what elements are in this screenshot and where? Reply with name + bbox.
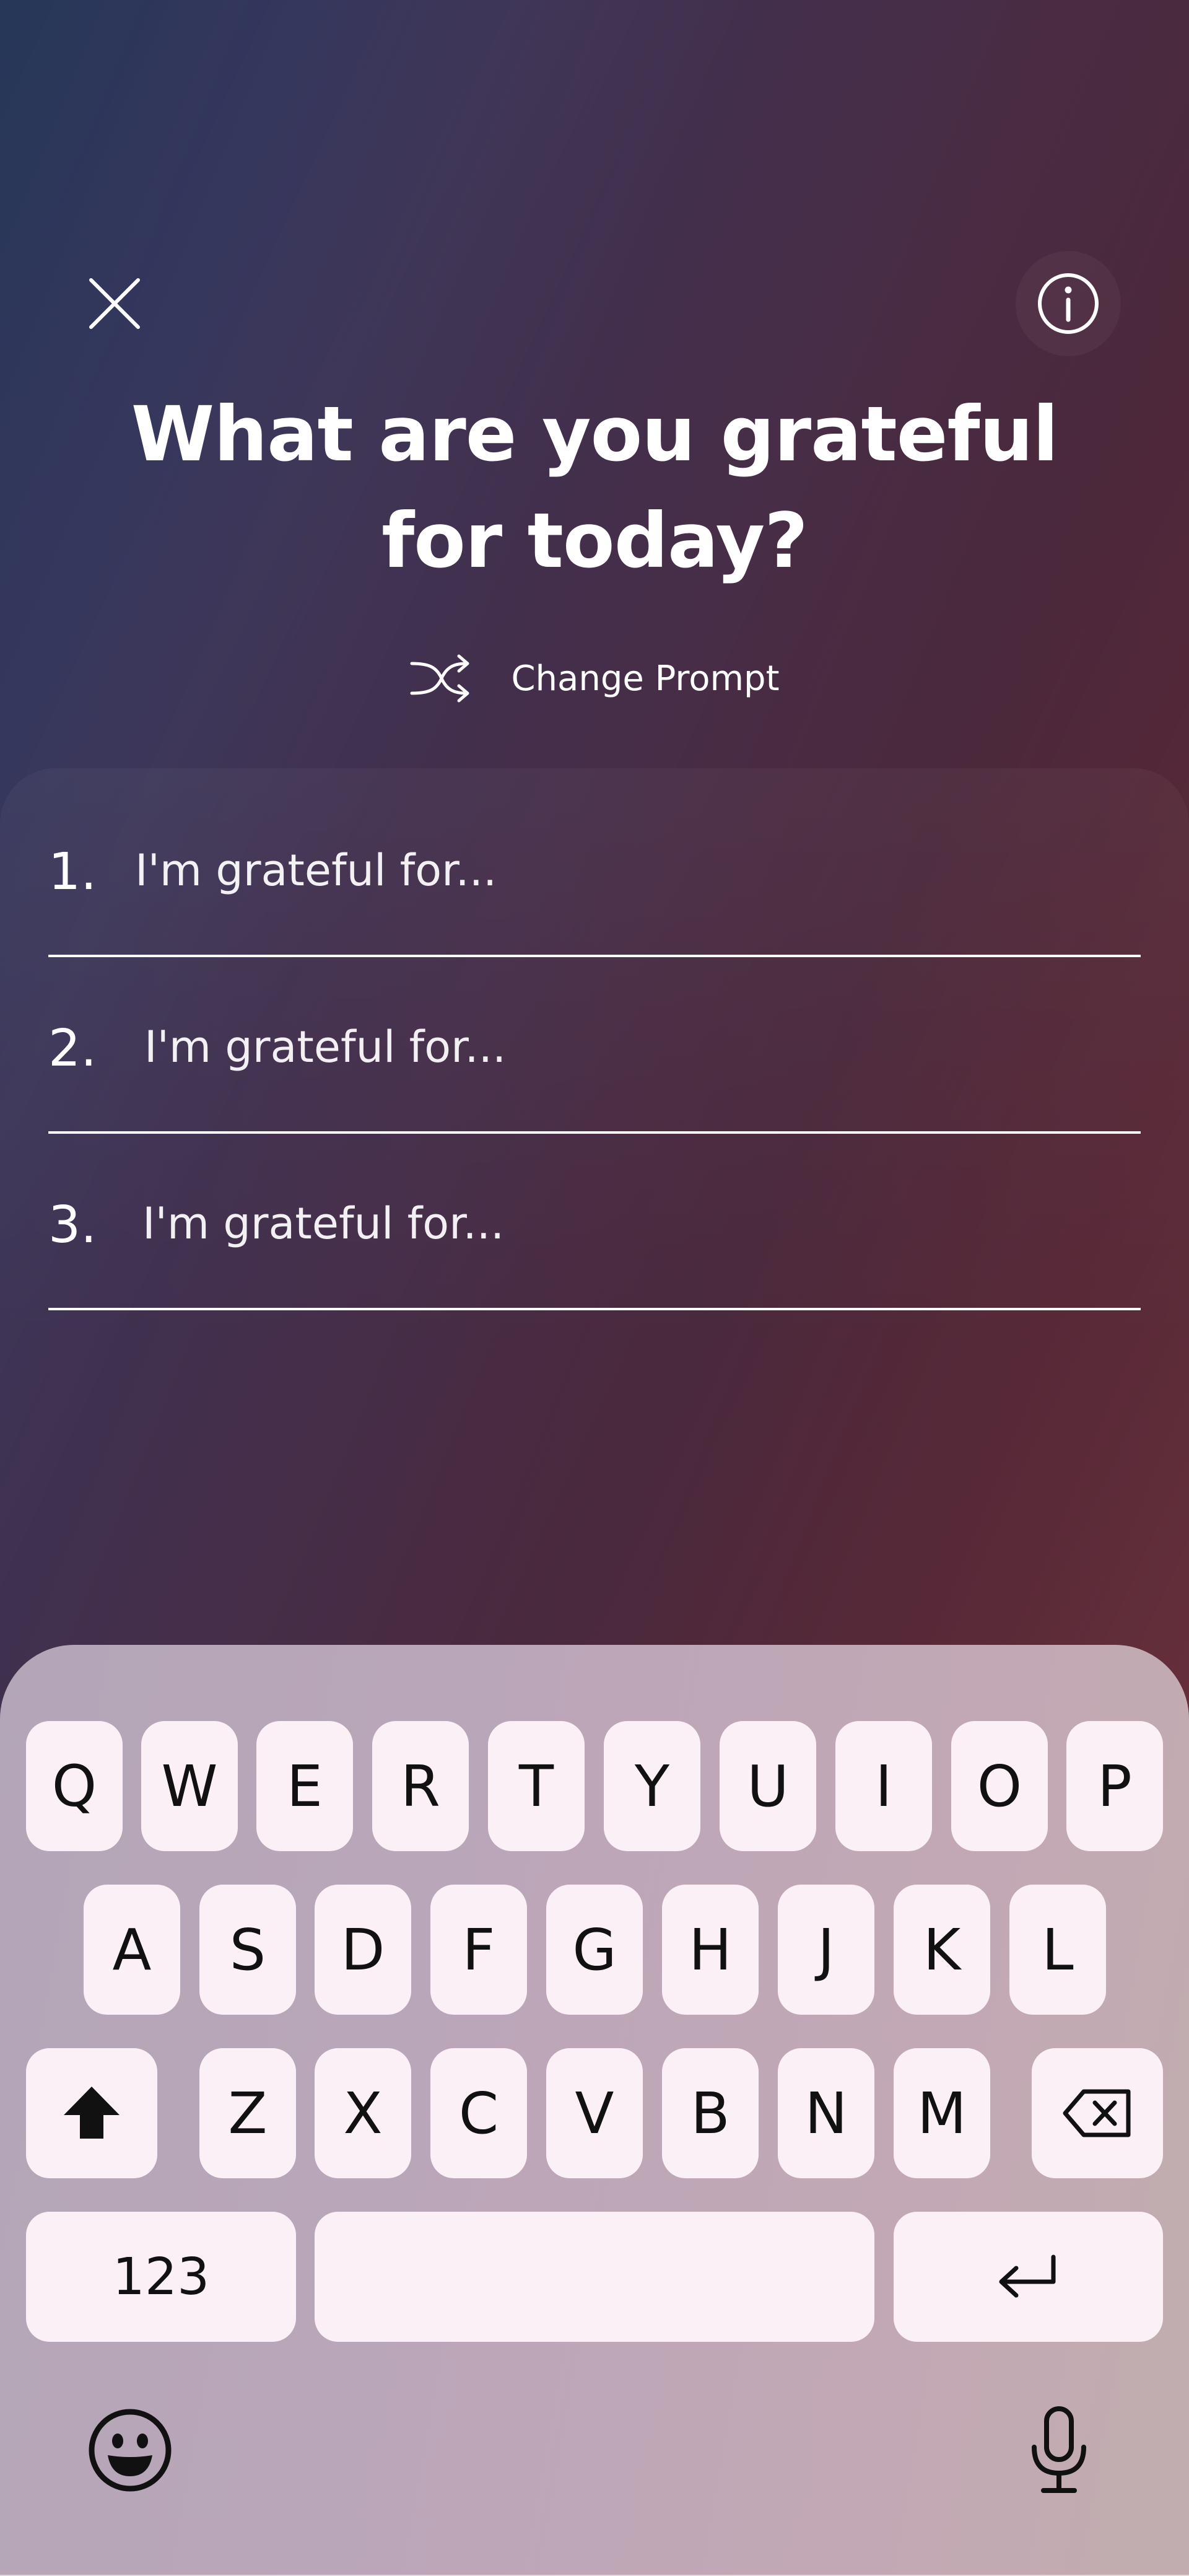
key-a[interactable]: A [84, 1885, 180, 2015]
key-p[interactable]: P [1066, 1721, 1163, 1851]
key-b[interactable]: B [662, 2048, 759, 2178]
info-icon [1038, 273, 1099, 334]
entry-number: 1. [48, 843, 97, 901]
key-u[interactable]: U [720, 1721, 816, 1851]
key-j[interactable]: J [778, 1885, 874, 2015]
key-x[interactable]: X [315, 2048, 411, 2178]
change-prompt-button[interactable]: Change Prompt [409, 644, 780, 712]
entry-number: 2. [48, 1019, 97, 1078]
key-h[interactable]: H [662, 1885, 759, 2015]
close-button[interactable] [62, 251, 167, 356]
numbers-key[interactable]: 123 [26, 2212, 296, 2342]
page-title: What are you grateful for today? [99, 381, 1090, 594]
key-d[interactable]: D [315, 1885, 411, 2015]
key-k[interactable]: K [894, 1885, 990, 2015]
key-y[interactable]: Y [604, 1721, 700, 1851]
emoji-icon [89, 2409, 172, 2492]
key-r[interactable]: R [372, 1721, 469, 1851]
key-w[interactable]: W [141, 1721, 238, 1851]
gratitude-input-1[interactable] [135, 839, 1126, 901]
enter-key[interactable] [894, 2212, 1163, 2342]
gratitude-entry-3: 3. [48, 1137, 1141, 1310]
microphone-button[interactable] [1003, 2394, 1115, 2506]
space-key[interactable] [315, 2212, 874, 2342]
key-t[interactable]: T [488, 1721, 585, 1851]
emoji-button[interactable] [74, 2394, 186, 2506]
title-line-2: for today? [381, 497, 808, 585]
key-z[interactable]: Z [199, 2048, 296, 2178]
on-screen-keyboard: Q W E R T Y U I O P A S D F G H J K L Z … [0, 1645, 1189, 2576]
info-button[interactable] [1016, 251, 1121, 356]
backspace-icon [1063, 2089, 1131, 2137]
key-c[interactable]: C [430, 2048, 527, 2178]
key-o[interactable]: O [951, 1721, 1048, 1851]
change-prompt-label: Change Prompt [511, 658, 780, 699]
enter-icon [999, 2254, 1055, 2298]
shift-icon [64, 2087, 120, 2139]
key-g[interactable]: G [546, 1885, 643, 2015]
key-q[interactable]: Q [26, 1721, 123, 1851]
gratitude-entry-1: 1. [48, 784, 1141, 957]
key-n[interactable]: N [778, 2048, 874, 2178]
backspace-key[interactable] [1032, 2048, 1163, 2178]
shift-key[interactable] [26, 2048, 157, 2178]
entry-number: 3. [48, 1196, 97, 1255]
key-v[interactable]: V [546, 2048, 643, 2178]
key-i[interactable]: I [835, 1721, 932, 1851]
key-m[interactable]: M [894, 2048, 990, 2178]
close-icon [89, 278, 140, 329]
gratitude-input-3[interactable] [142, 1193, 1133, 1255]
shuffle-icon [410, 654, 469, 703]
key-e[interactable]: E [256, 1721, 353, 1851]
gratitude-entry-2: 2. [48, 960, 1141, 1134]
title-line-1: What are you grateful [131, 390, 1059, 478]
key-f[interactable]: F [430, 1885, 527, 2015]
microphone-icon [1032, 2406, 1086, 2493]
key-s[interactable]: S [199, 1885, 296, 2015]
gratitude-input-2[interactable] [144, 1016, 1135, 1078]
key-l[interactable]: L [1009, 1885, 1106, 2015]
